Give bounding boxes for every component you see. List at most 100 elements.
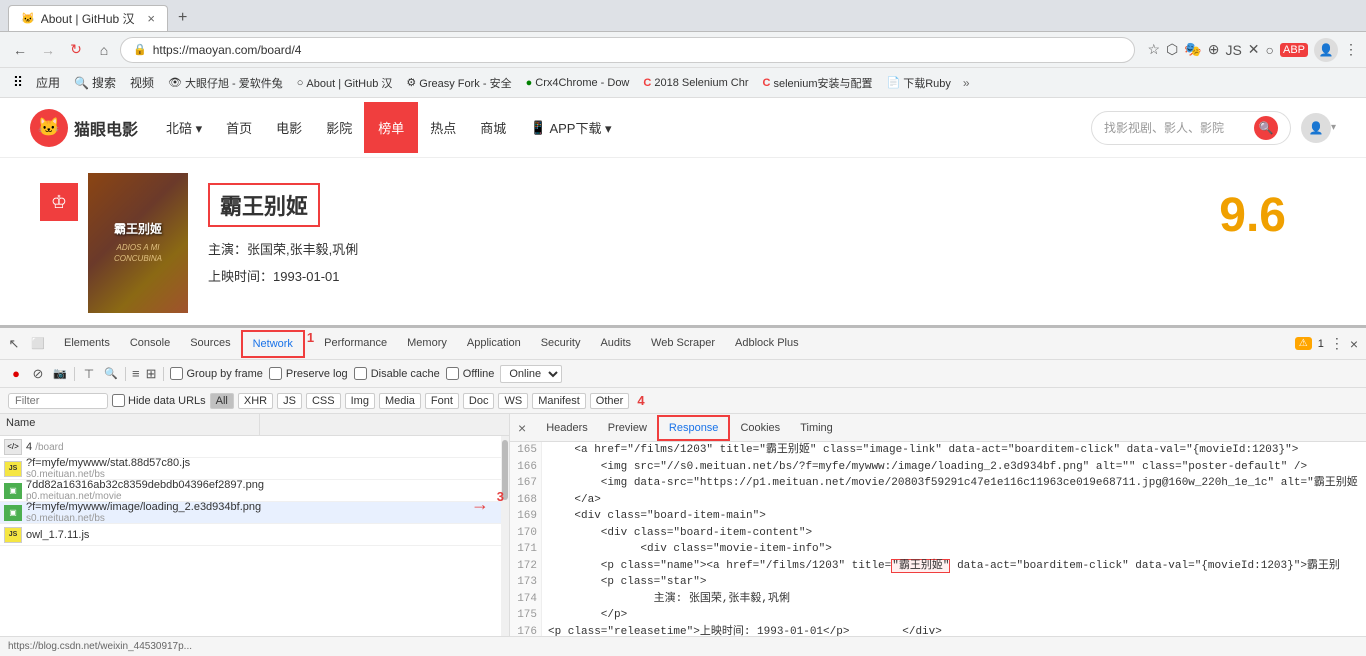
- filter-js[interactable]: JS: [277, 393, 302, 409]
- filter-toggle[interactable]: ⊤: [81, 366, 97, 382]
- bookmark-apps[interactable]: 应用: [30, 72, 66, 93]
- bookmark-star-icon[interactable]: ☆: [1147, 41, 1160, 58]
- filter-media[interactable]: Media: [379, 393, 421, 409]
- chrome-icon3[interactable]: ⊕: [1208, 41, 1220, 58]
- record-button[interactable]: ●: [8, 366, 24, 382]
- response-tab-cookies[interactable]: Cookies: [730, 417, 790, 439]
- browser-tab-active[interactable]: 🐱 About | GitHub 汉 ×: [8, 5, 168, 31]
- devtools-cursor-icon[interactable]: ↖: [4, 334, 24, 354]
- offline-label[interactable]: Offline: [446, 367, 495, 380]
- tab-elements[interactable]: Elements: [54, 331, 120, 357]
- nav-home[interactable]: 首页: [214, 110, 264, 145]
- tab-sources[interactable]: Sources: [180, 331, 240, 357]
- nav-cinema[interactable]: 影院: [314, 110, 364, 145]
- tab-console[interactable]: Console: [120, 331, 180, 357]
- maoyan-logo[interactable]: 🐱 猫眼电影: [30, 109, 138, 147]
- tab-close-icon[interactable]: ×: [147, 11, 155, 26]
- tab-audits[interactable]: Audits: [590, 331, 641, 357]
- chrome-icon2[interactable]: 🎭: [1184, 41, 1201, 58]
- bookmark-dayanzai[interactable]: 👁 大眼仔旭 - 爱软件兔: [162, 73, 289, 93]
- offline-checkbox[interactable]: [446, 367, 459, 380]
- group-by-frame-checkbox[interactable]: [170, 367, 183, 380]
- network-list-scrollbar[interactable]: [501, 436, 509, 636]
- profile-icon[interactable]: 👤: [1314, 38, 1338, 62]
- nav-beibei[interactable]: 北碚 ▾: [154, 110, 214, 145]
- name-column-header[interactable]: Name: [0, 414, 260, 435]
- nav-ranking[interactable]: 榜单: [364, 102, 418, 153]
- filter-input[interactable]: [8, 393, 108, 409]
- response-tab-timing[interactable]: Timing: [790, 417, 843, 439]
- camera-button[interactable]: 📷: [52, 366, 68, 382]
- nav-movie[interactable]: 电影: [264, 110, 314, 145]
- devtools-close-icon[interactable]: ×: [1350, 336, 1358, 352]
- tab-adblock[interactable]: Adblock Plus: [725, 331, 809, 357]
- network-item-loading[interactable]: ▣ ?f=myfe/mywww/image/loading_2.e3d934bf…: [0, 502, 509, 524]
- home-button[interactable]: ⌂: [92, 38, 116, 62]
- group-by-frame-label[interactable]: Group by frame: [170, 367, 263, 380]
- back-button[interactable]: ←: [8, 38, 32, 62]
- filter-xhr[interactable]: XHR: [238, 393, 273, 409]
- stop-button[interactable]: ⊘: [30, 366, 46, 382]
- bookmarks-more-icon[interactable]: »: [963, 76, 970, 90]
- bookmark-selenium-install[interactable]: C selenium安装与配置: [757, 73, 879, 93]
- filter-doc[interactable]: Doc: [463, 393, 495, 409]
- bookmark-ruby[interactable]: 📄 下载Ruby: [881, 73, 957, 93]
- tab-web-scraper[interactable]: Web Scraper: [641, 331, 725, 357]
- filter-ws[interactable]: WS: [498, 393, 528, 409]
- network-item-board[interactable]: </> 4 /board: [0, 436, 509, 458]
- tab-performance[interactable]: Performance: [314, 331, 397, 357]
- filter-all[interactable]: All: [210, 393, 234, 409]
- bookmark-video[interactable]: 视频: [124, 72, 160, 93]
- preserve-log-checkbox[interactable]: [269, 367, 282, 380]
- devtools-more-icon[interactable]: ⋮: [1330, 335, 1344, 352]
- view-group-label[interactable]: ⊞: [146, 366, 157, 382]
- nav-shop[interactable]: 商城: [468, 110, 518, 145]
- search-button[interactable]: 🔍: [1254, 116, 1278, 140]
- nav-app[interactable]: 📱APP下载 ▾: [518, 110, 623, 145]
- forward-button[interactable]: →: [36, 38, 60, 62]
- view-list-label[interactable]: ≡: [132, 366, 140, 381]
- user-dropdown-icon[interactable]: ▾: [1331, 122, 1336, 133]
- address-bar[interactable]: 🔒 https://maoyan.com/board/4: [120, 37, 1135, 63]
- response-tab-headers[interactable]: Headers: [536, 417, 598, 439]
- hide-data-urls-label[interactable]: Hide data URLs: [112, 394, 206, 407]
- filter-img[interactable]: Img: [345, 393, 375, 409]
- response-tab-response[interactable]: Response: [657, 415, 731, 441]
- filter-other[interactable]: Other: [590, 393, 630, 409]
- throttle-select[interactable]: Online: [500, 365, 562, 383]
- bookmark-selenium2018[interactable]: C 2018 Selenium Chr: [637, 75, 754, 91]
- user-avatar[interactable]: 👤: [1301, 113, 1331, 143]
- menu-icon[interactable]: ⋮: [1344, 41, 1358, 58]
- chrome-icon4[interactable]: JS: [1225, 42, 1241, 58]
- search-bar[interactable]: 找影视剧、影人、影院 🔍: [1091, 111, 1291, 145]
- bookmark-crx4[interactable]: ● Crx4Chrome - Dow: [520, 75, 636, 91]
- response-tab-preview[interactable]: Preview: [598, 417, 657, 439]
- search-toggle[interactable]: 🔍: [103, 366, 119, 382]
- tab-network[interactable]: Network: [241, 330, 305, 358]
- bookmark-github[interactable]: ○ About | GitHub 汉: [291, 73, 399, 93]
- network-item-stat[interactable]: JS ?f=myfe/mywww/stat.88d57c80.js s0.mei…: [0, 458, 509, 480]
- bookmark-greasy[interactable]: ⚙ Greasy Fork - 安全: [400, 73, 517, 93]
- chrome-icon1[interactable]: ⬡: [1166, 41, 1178, 58]
- tab-security[interactable]: Security: [531, 331, 591, 357]
- bookmark-search[interactable]: 🔍 搜索: [68, 72, 122, 93]
- disable-cache-checkbox[interactable]: [354, 367, 367, 380]
- preserve-log-label[interactable]: Preserve log: [269, 367, 348, 380]
- filter-font[interactable]: Font: [425, 393, 459, 409]
- tab-memory[interactable]: Memory: [397, 331, 457, 357]
- apps-icon[interactable]: ⠿: [8, 73, 28, 93]
- response-close-btn[interactable]: ×: [514, 420, 530, 436]
- tab-application[interactable]: Application: [457, 331, 531, 357]
- refresh-button[interactable]: ↻: [64, 38, 88, 62]
- network-item-png1[interactable]: ▣ 7dd82a16316ab32c8359debdb04396ef2897.p…: [0, 480, 509, 502]
- hide-data-urls-checkbox[interactable]: [112, 394, 125, 407]
- chrome-icon6[interactable]: ○: [1266, 42, 1274, 58]
- chrome-icon5[interactable]: ✕: [1248, 41, 1260, 58]
- disable-cache-label[interactable]: Disable cache: [354, 367, 440, 380]
- new-tab-button[interactable]: +: [170, 5, 195, 31]
- nav-hot[interactable]: 热点: [418, 110, 468, 145]
- devtools-window-icon[interactable]: ⬜: [28, 334, 48, 354]
- filter-manifest[interactable]: Manifest: [532, 393, 586, 409]
- filter-css[interactable]: CSS: [306, 393, 341, 409]
- abp-icon[interactable]: ABP: [1280, 43, 1308, 57]
